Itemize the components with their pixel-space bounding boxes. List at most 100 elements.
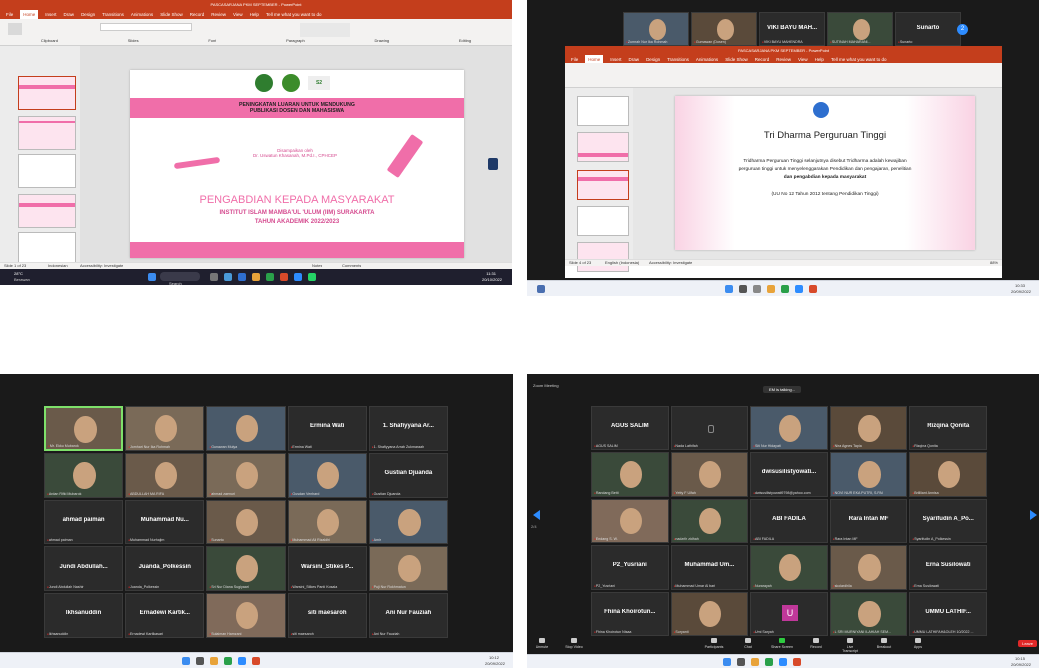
start-icon[interactable]: [148, 273, 156, 281]
font-name-box[interactable]: [100, 23, 192, 31]
participant-tile[interactable]: Ernadewi Kartik... Ernadewi Kartikasari: [125, 593, 205, 638]
participant-tile[interactable]: Muhammad Um... Muhammad Umar Al bari: [670, 545, 749, 590]
participant-tile[interactable]: U Umi Saryah: [750, 591, 828, 636]
slide-thumbnail-4[interactable]: [577, 170, 629, 200]
participant-tile[interactable]: Jomhari Nur Ika Rohmah: [125, 406, 205, 451]
folder-icon[interactable]: [767, 285, 775, 293]
powerpoint-icon[interactable]: [793, 658, 801, 666]
language-indicator[interactable]: Indonesian: [48, 263, 68, 268]
tab-home[interactable]: Home: [20, 10, 39, 19]
widgets-icon[interactable]: [537, 285, 545, 293]
ribbon-tabs[interactable]: File Home Insert Draw Design Transitions Anima…: [0, 10, 512, 19]
participant-tile[interactable]: ABDULLAH MA RIFA: [125, 452, 205, 498]
chrome-icon[interactable]: [224, 657, 232, 665]
next-page-arrow[interactable]: [1030, 510, 1037, 520]
participants-button[interactable]: Participants: [703, 638, 725, 649]
participant-tile[interactable]: SUTINAH MAHARANI...: [827, 12, 893, 46]
slide-thumbnail-5[interactable]: [18, 232, 76, 266]
slide-thumbnail-4[interactable]: [18, 194, 76, 228]
participant-tile[interactable]: nadzrih zidhah: [670, 498, 749, 544]
slide-thumbnail-1[interactable]: [18, 76, 76, 110]
zoom-level[interactable]: 88%: [990, 260, 998, 265]
participant-tile[interactable]: Syarifudin A_Po... Syarifudin A_Polkessin: [909, 498, 987, 544]
participant-tile[interactable]: Gunawan Mulya: [206, 406, 286, 451]
participant-tile[interactable]: Gusdan Venhard: [287, 452, 367, 498]
chat-button[interactable]: Chat: [737, 638, 759, 649]
participant-tile[interactable]: Mr. Ekku Mubarok: [44, 406, 124, 451]
tab-design[interactable]: Design: [646, 55, 660, 63]
slide-thumbnail-3[interactable]: [18, 154, 76, 188]
participant-tile[interactable]: dwisusilistyowati... dwisusilistyowati979…: [750, 452, 828, 497]
breakout-button[interactable]: Breakout: [873, 638, 895, 649]
previous-page-arrow[interactable]: [533, 510, 540, 520]
participant-tile[interactable]: AGUS SALIM AGUS SALIM: [591, 406, 669, 451]
tab-help[interactable]: Help: [250, 10, 259, 19]
participant-tile[interactable]: Amir: [368, 499, 448, 545]
participant-tile[interactable]: UMMU LATHIF... UMMU LATHIFAH&OLEH 10/2022…: [909, 591, 987, 636]
apps-button[interactable]: Apps: [907, 638, 929, 649]
participant-tile[interactable]: Zumrah Nur Ika Rohmah: [623, 12, 689, 46]
tab-record[interactable]: Record: [755, 55, 770, 63]
chrome-icon[interactable]: [781, 285, 789, 293]
tab-view[interactable]: View: [233, 10, 243, 19]
comments-button[interactable]: Comments: [342, 263, 361, 268]
participant-tile[interactable]: Sunarto Sunarto: [895, 12, 961, 46]
tab-slide-show[interactable]: Slide Show: [160, 10, 183, 19]
participant-tile[interactable]: NOVI NUR EKA PUTRI, S.PAI: [829, 452, 908, 497]
participant-tile[interactable]: Muhammad Nu... Muhammad Nurhajim: [125, 499, 205, 545]
tab-record[interactable]: Record: [190, 10, 205, 19]
participant-tile[interactable]: Nira Agnes Tapia: [829, 406, 908, 451]
unmute-button[interactable]: Unmute: [531, 638, 553, 649]
tab-draw[interactable]: Draw: [64, 10, 75, 19]
participant-tile[interactable]: Warsini_Stikes P... Warsini_Stikes Panti …: [287, 546, 367, 592]
next-page-button[interactable]: 2: [957, 24, 968, 35]
participant-tile[interactable]: Gustian Djuanda Gustian Djuanda: [368, 452, 448, 498]
tell-me-search[interactable]: Tell me what you want to do: [831, 55, 887, 63]
start-icon[interactable]: [723, 658, 731, 666]
slide-canvas[interactable]: S2 PENINGKATAN LUARAN UNTUK MENDUKUNG PU…: [80, 46, 512, 274]
bookmark-icon[interactable]: [488, 158, 498, 170]
zoom-icon[interactable]: [795, 285, 803, 293]
tab-home[interactable]: Home: [585, 55, 604, 63]
notes-button[interactable]: Notes: [312, 263, 322, 268]
participant-tile[interactable]: L SRI MURNIYANI ILAHIAH SEM...: [829, 591, 908, 636]
slide-1[interactable]: S2 PENINGKATAN LUARAN UNTUK MENDUKUNG PU…: [130, 70, 464, 258]
slide-thumbnail-2[interactable]: [18, 116, 76, 150]
file-explorer-icon[interactable]: [224, 273, 232, 281]
slide-thumbnail-pane[interactable]: [0, 46, 80, 274]
search-icon[interactable]: [739, 285, 747, 293]
leave-button[interactable]: Leave: [1018, 640, 1037, 647]
search-icon[interactable]: [737, 658, 745, 666]
participant-tile[interactable]: Suryanti: [670, 591, 749, 636]
ribbon-tabs[interactable]: File Home Insert Draw Design Transitions Anima…: [565, 55, 1002, 63]
tab-transitions[interactable]: Transitions: [102, 10, 124, 19]
slide-4[interactable]: Tri Dharma Perguruan Tinggi Tridharma Pe…: [675, 96, 975, 250]
slide-thumbnail-5[interactable]: [577, 206, 629, 236]
participant-tile[interactable]: ABI FADILA ABI FADILA: [750, 498, 828, 544]
ribbon[interactable]: [565, 63, 1002, 88]
participant-tile[interactable]: VIKI BAYU MAH... VIKI BAYU MAHENDRA: [759, 12, 825, 46]
zoom-icon[interactable]: [294, 273, 302, 281]
record-button[interactable]: Record: [805, 638, 827, 649]
slide-thumbnail-2[interactable]: [577, 132, 629, 162]
participant-tile[interactable]: Ikhsanuddin Ikhsanuddin: [44, 593, 124, 638]
participant-tile[interactable]: Erna Susilowati Erna Susilowati: [909, 545, 987, 590]
chrome-icon[interactable]: [765, 658, 773, 666]
tab-view[interactable]: View: [798, 55, 808, 63]
accessibility-status[interactable]: Accessibility: Investigate: [80, 263, 123, 268]
powerpoint-icon[interactable]: [809, 285, 817, 293]
tab-design[interactable]: Design: [81, 10, 95, 19]
tab-review[interactable]: Review: [211, 10, 226, 19]
participant-tile[interactable]: Rara Intan MF Rara Intan MF: [829, 498, 908, 544]
paste-icon[interactable]: [8, 23, 22, 35]
participant-tile[interactable]: Sri Nur Diana Sugiyaari: [206, 546, 286, 592]
tab-insert[interactable]: Insert: [610, 55, 621, 63]
slide-thumbnail-6[interactable]: [577, 242, 629, 272]
participant-tile[interactable]: Nada Lathifah: [670, 406, 749, 451]
participant-tile[interactable]: Muhammad Ali Rizaldhi: [287, 499, 367, 545]
participant-tile[interactable]: P2_Yusriani P2_Yusriani: [591, 545, 669, 590]
participant-tile[interactable]: siti maesaroh siti maesaroh: [287, 593, 367, 638]
powerpoint-icon[interactable]: [252, 657, 260, 665]
language-indicator[interactable]: English (Indonesia): [605, 260, 639, 265]
accessibility-status[interactable]: Accessibility: Investigate: [649, 260, 692, 265]
